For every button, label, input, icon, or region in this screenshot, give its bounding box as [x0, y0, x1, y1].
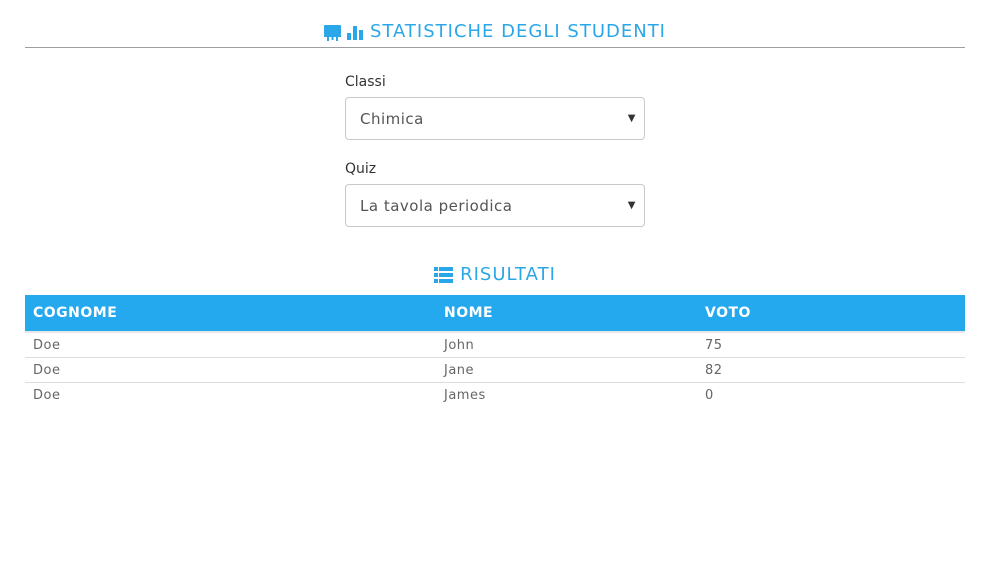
results-title-group: RISULTATI: [434, 262, 556, 288]
quiz-select[interactable]: La tavola periodica ▼: [345, 184, 645, 227]
page-title: STATISTICHE DEGLI STUDENTI: [369, 21, 666, 42]
class-select[interactable]: Chimica ▼: [345, 97, 645, 140]
cell-cognome: Doe: [33, 387, 61, 403]
column-header-voto: VOTO: [697, 295, 965, 333]
cell-voto: 82: [697, 357, 965, 383]
cell-nome: John: [436, 332, 697, 358]
table-row: Doe Jane 82: [25, 357, 965, 383]
page: STATISTICHE DEGLI STUDENTI Classi Chimic…: [0, 0, 998, 567]
table-body: Doe John 75 Doe Jane 82 Doe James 0: [25, 332, 965, 407]
table-row: Doe James 0: [25, 383, 965, 408]
cell-voto: 75: [697, 332, 965, 358]
cell-voto: 0: [705, 387, 714, 403]
caret-down-icon: ▼: [627, 113, 636, 124]
table-header-row: COGNOME NOME VOTO: [25, 295, 965, 333]
results-table: COGNOME NOME VOTO Doe John 75 Doe Jane 8…: [25, 295, 965, 407]
cell-nome: Jane: [436, 357, 697, 383]
header-title-group: STATISTICHE DEGLI STUDENTI: [323, 18, 666, 46]
quiz-select-value: La tavola periodica: [360, 196, 513, 215]
column-header-nome: NOME: [436, 295, 697, 333]
class-label: Classi: [345, 74, 386, 90]
cell-cognome: Doe: [25, 332, 436, 358]
cell-nome: James: [444, 387, 486, 403]
cell-cognome: Doe: [25, 357, 436, 383]
bar-chart-icon: [346, 24, 364, 40]
filter-form: Classi Chimica ▼ Quiz La tavola periodic…: [345, 73, 645, 227]
list-icon: [434, 267, 454, 283]
results-heading: RISULTATI: [25, 262, 965, 288]
table-row: Doe John 75: [25, 332, 965, 358]
results-title: RISULTATI: [460, 264, 556, 285]
table-header: COGNOME NOME VOTO: [25, 295, 965, 333]
page-header: STATISTICHE DEGLI STUDENTI: [25, 18, 965, 48]
class-select-value: Chimica: [360, 109, 424, 128]
presentation-icon: [323, 24, 341, 41]
quiz-label: Quiz: [345, 161, 377, 177]
column-header-cognome: COGNOME: [25, 295, 436, 333]
caret-down-icon: ▼: [627, 200, 636, 211]
